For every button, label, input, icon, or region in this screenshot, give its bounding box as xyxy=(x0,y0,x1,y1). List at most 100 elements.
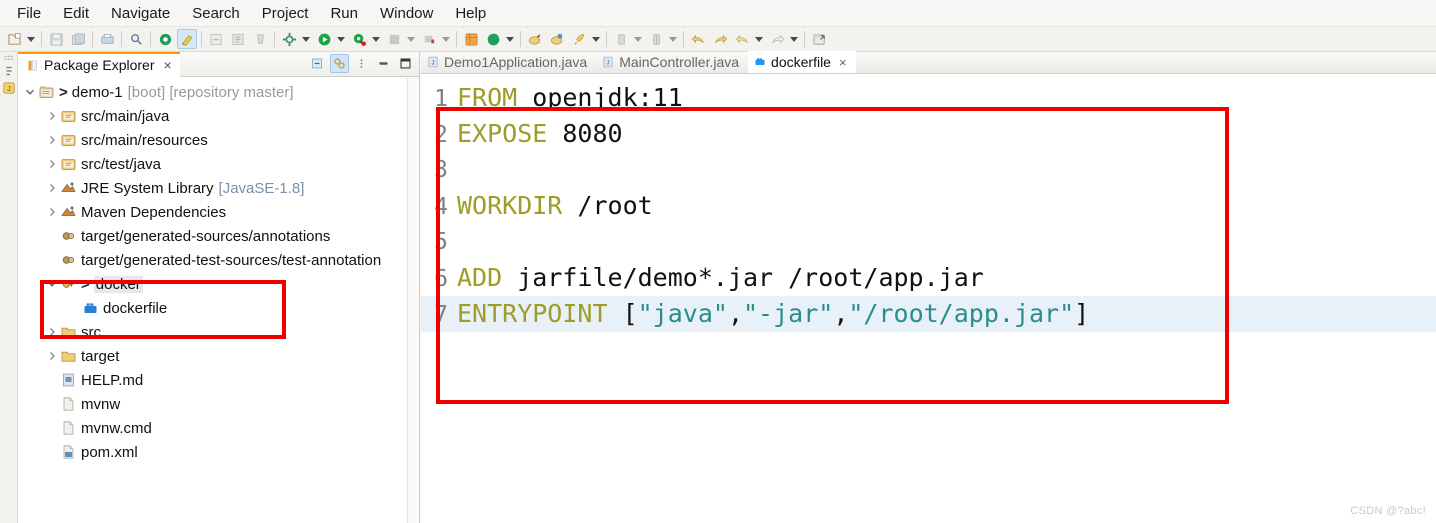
highlight-icon[interactable] xyxy=(177,29,197,49)
external-tools-icon[interactable] xyxy=(279,29,299,49)
restore-perspective-icon[interactable] xyxy=(2,64,16,78)
project-tree[interactable]: > demo-1 [boot] [repository master] src/mai… xyxy=(18,77,419,523)
code-line-3[interactable]: 3 xyxy=(421,152,1436,188)
new-wizard-dropdown-caret[interactable] xyxy=(25,29,36,49)
tree-item-src-test-java[interactable]: src/test/java xyxy=(18,152,419,176)
git-icon[interactable] xyxy=(483,29,503,49)
tree-item-maven-dependencies[interactable]: Maven Dependencies xyxy=(18,200,419,224)
fetch-icon[interactable] xyxy=(646,29,666,49)
java-perspective-icon[interactable]: J xyxy=(2,81,16,95)
menu-item-search[interactable]: Search xyxy=(181,3,251,24)
run-dropdown-caret[interactable] xyxy=(335,29,346,49)
menu-item-edit[interactable]: Edit xyxy=(52,3,100,24)
chevron-down-icon[interactable] xyxy=(22,84,38,100)
link-with-editor-icon[interactable] xyxy=(330,54,349,73)
tree-item-help-md[interactable]: HELP.md xyxy=(18,368,419,392)
tree-item-demo-1[interactable]: > demo-1 [boot] [repository master] xyxy=(18,80,419,104)
toolbar-separator xyxy=(804,31,805,47)
git-dropdown-caret[interactable] xyxy=(504,29,515,49)
code-line-7[interactable]: 7 ENTRYPOINT ["java","-jar","/root/app.ja… xyxy=(421,296,1436,332)
chevron-down-icon[interactable] xyxy=(44,276,60,292)
save-icon[interactable] xyxy=(46,29,66,49)
new-wizard-icon[interactable] xyxy=(4,29,24,49)
nav-dropdown-caret[interactable] xyxy=(753,29,764,49)
code-line-4[interactable]: 4 WORKDIR /root xyxy=(421,188,1436,224)
tree-item-dockerfile[interactable]: dockerfile xyxy=(18,296,419,320)
open-perspective-icon[interactable] xyxy=(809,29,829,49)
rocket-icon[interactable] xyxy=(569,29,589,49)
open-type-icon[interactable] xyxy=(155,29,175,49)
chevron-right-icon[interactable] xyxy=(44,132,60,148)
tree-item-target[interactable]: target xyxy=(18,344,419,368)
push-icon[interactable] xyxy=(547,29,567,49)
coverage-dropdown-caret[interactable] xyxy=(405,29,416,49)
code-line-1[interactable]: 1 FROM openjdk:11 xyxy=(421,80,1436,116)
view-menu-icon[interactable] xyxy=(352,54,371,73)
tree-item-target-generated-test-sources-test-annotation[interactable]: target/generated-test-sources/test-annot… xyxy=(18,248,419,272)
code-editor[interactable]: 1 FROM openjdk:11 2 EXPOSE 8080 3 4 WORKDIR /r… xyxy=(421,74,1436,523)
explorer-scrollbar[interactable] xyxy=(407,78,419,523)
undo-nav-icon[interactable] xyxy=(732,29,752,49)
tree-item-docker[interactable]: > docker xyxy=(18,272,419,296)
close-icon[interactable]: × xyxy=(839,55,847,70)
menu-item-navigate[interactable]: Navigate xyxy=(100,3,181,24)
chevron-right-icon[interactable] xyxy=(44,348,60,364)
menu-item-help[interactable]: Help xyxy=(444,3,497,24)
collapse-all-icon[interactable] xyxy=(308,54,327,73)
tree-item-label: pom.xml xyxy=(81,443,138,461)
code-line-5[interactable]: 5 xyxy=(421,224,1436,260)
menu-item-project[interactable]: Project xyxy=(251,3,320,24)
previous-annotation-icon[interactable] xyxy=(228,29,248,49)
run-icon[interactable] xyxy=(314,29,334,49)
code-line-2[interactable]: 2 EXPOSE 8080 xyxy=(421,116,1436,152)
menu-item-run[interactable]: Run xyxy=(319,3,369,24)
forward-icon[interactable] xyxy=(710,29,730,49)
rocket-dropdown-caret[interactable] xyxy=(590,29,601,49)
close-icon[interactable]: × xyxy=(164,58,172,72)
next-annotation-icon[interactable] xyxy=(206,29,226,49)
print-icon[interactable] xyxy=(97,29,117,49)
maximize-icon[interactable] xyxy=(396,54,415,73)
save-all-icon[interactable] xyxy=(68,29,88,49)
package-explorer-icon xyxy=(28,59,37,71)
chevron-right-icon[interactable] xyxy=(44,180,60,196)
tree-item-src[interactable]: src xyxy=(18,320,419,344)
editor-tab-demo1application[interactable]: J Demo1Application.java xyxy=(421,51,596,73)
redo-nav-dropdown-caret[interactable] xyxy=(788,29,799,49)
tree-item-pom-xml[interactable]: pom.xml xyxy=(18,440,419,464)
coverage-icon[interactable] xyxy=(384,29,404,49)
tree-item-target-generated-sources-annotations[interactable]: target/generated-sources/annotations xyxy=(18,224,419,248)
tree-item-mvnw[interactable]: mvnw xyxy=(18,392,419,416)
external-tools-dropdown-caret[interactable] xyxy=(300,29,311,49)
pull-dropdown-caret[interactable] xyxy=(632,29,643,49)
minimize-icon[interactable] xyxy=(374,54,393,73)
tree-item-jre-system-library[interactable]: JRE System Library [JavaSE-1.8] xyxy=(18,176,419,200)
back-icon[interactable] xyxy=(688,29,708,49)
debug-icon[interactable] xyxy=(349,29,369,49)
last-edit-icon[interactable] xyxy=(250,29,270,49)
spring-boot-dashboard-icon[interactable] xyxy=(461,29,481,49)
chevron-right-icon[interactable] xyxy=(44,156,60,172)
chevron-right-icon[interactable] xyxy=(44,108,60,124)
tree-item-src-main-java[interactable]: src/main/java xyxy=(18,104,419,128)
redo-nav-icon[interactable] xyxy=(767,29,787,49)
pull-icon[interactable] xyxy=(611,29,631,49)
tree-item-mvnw-cmd[interactable]: mvnw.cmd xyxy=(18,416,419,440)
menu-item-window[interactable]: Window xyxy=(369,3,444,24)
commit-icon[interactable] xyxy=(525,29,545,49)
tab-package-explorer[interactable]: Package Explorer × xyxy=(18,51,180,77)
debug-dropdown-caret[interactable] xyxy=(370,29,381,49)
chevron-right-icon[interactable] xyxy=(44,204,60,220)
code-line-6[interactable]: 6 ADD jarfile/demo*.jar /root/app.jar xyxy=(421,260,1436,296)
chevron-right-icon[interactable] xyxy=(44,324,60,340)
tree-item-src-main-resources[interactable]: src/main/resources xyxy=(18,128,419,152)
editor-tab-maincontroller[interactable]: J MainController.java xyxy=(596,51,748,73)
search-icon[interactable] xyxy=(126,29,146,49)
profile-icon[interactable] xyxy=(419,29,439,49)
editor-tab-dockerfile[interactable]: dockerfile × xyxy=(748,51,856,73)
editor-tab-label: MainController.java xyxy=(619,54,740,70)
drag-grip[interactable] xyxy=(3,55,14,60)
profile-dropdown-caret[interactable] xyxy=(440,29,451,49)
menu-item-file[interactable]: File xyxy=(6,3,52,24)
fetch-dropdown-caret[interactable] xyxy=(667,29,678,49)
